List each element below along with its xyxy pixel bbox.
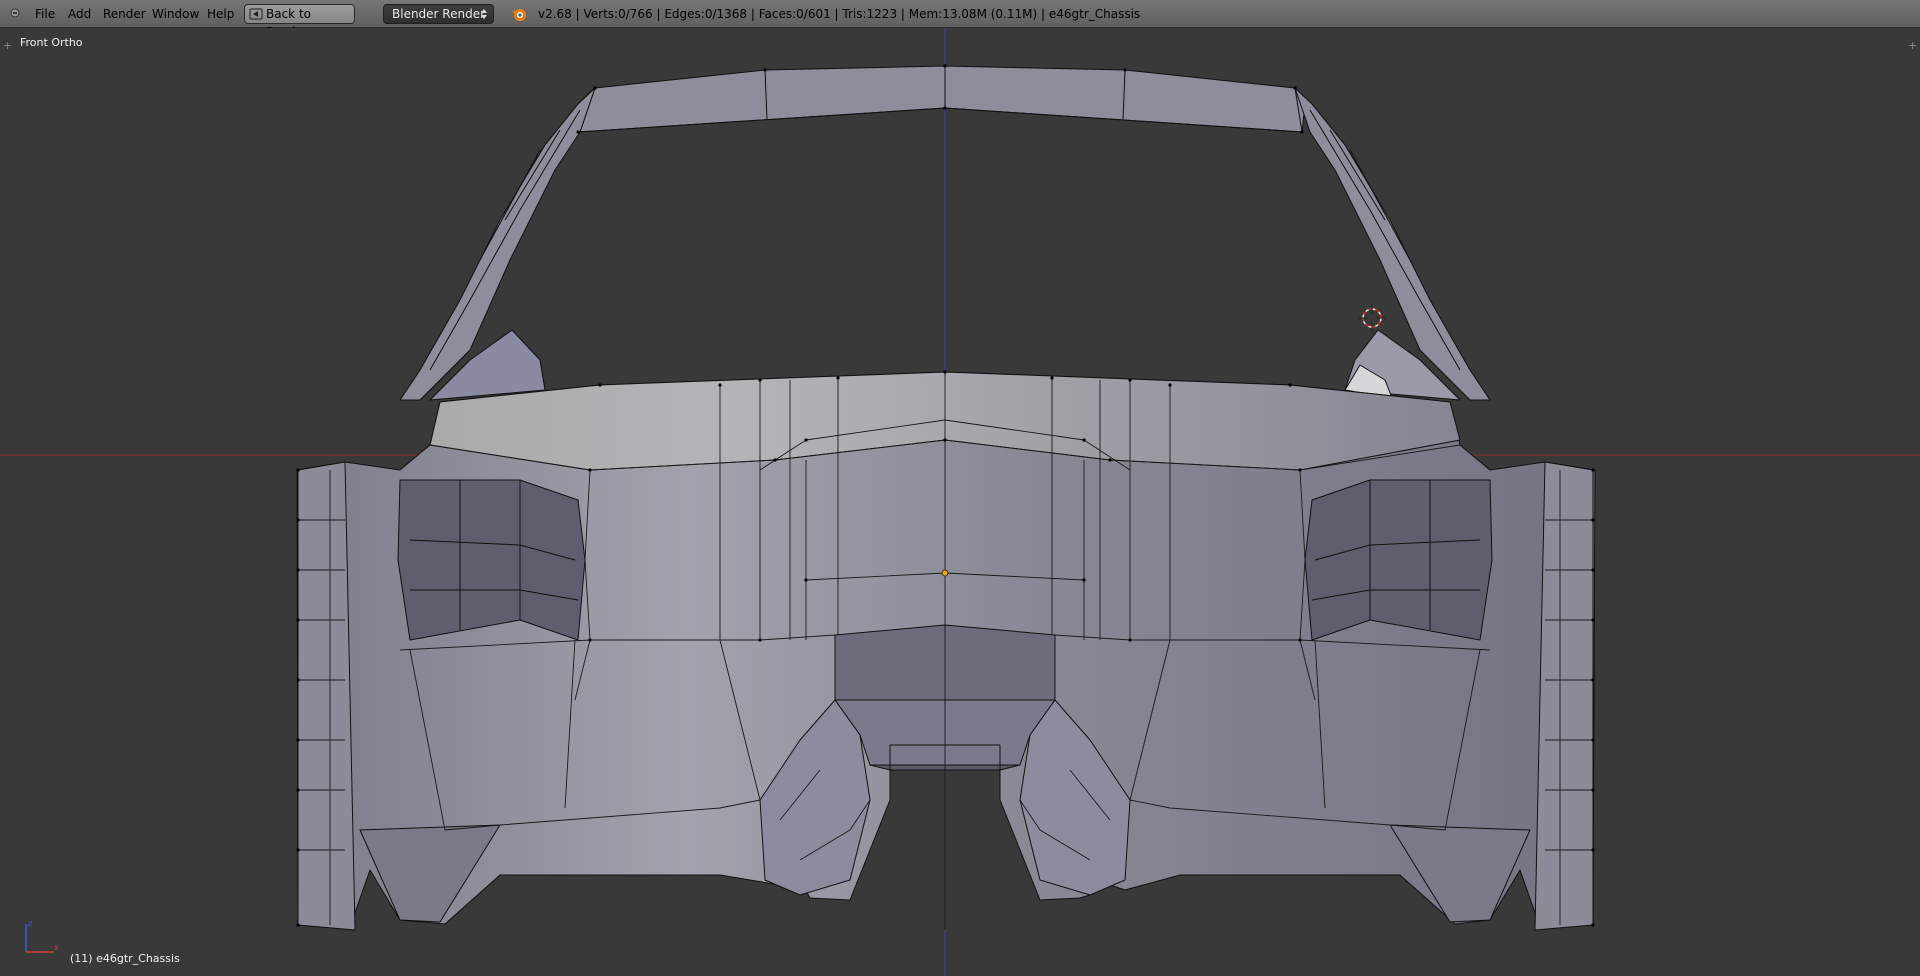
render-engine-value: Blender Render [392, 7, 486, 21]
active-object-label: (11) e46gtr_Chassis [70, 952, 180, 965]
editor-type-icon[interactable] [10, 8, 20, 18]
back-arrow-icon [249, 8, 263, 20]
scene-statistics: v2.68 | Verts:0/766 | Edges:0/1368 | Fac… [538, 7, 1141, 21]
chassis-mesh[interactable] [296, 64, 1596, 931]
menu-file[interactable]: File [35, 0, 55, 28]
dropdown-arrows-icon [481, 9, 487, 19]
menu-add[interactable]: Add [68, 0, 91, 28]
blender-logo-icon [511, 9, 526, 21]
area-split-left-icon[interactable]: + [3, 40, 12, 51]
3d-cursor-icon[interactable] [1358, 304, 1386, 332]
info-header: File Add Render Window Help Back to Prev… [0, 0, 1920, 39]
menu-render[interactable]: Render [103, 0, 146, 28]
menu-help[interactable]: Help [207, 0, 234, 28]
3d-viewport[interactable]: z x Front Ortho (11) e46gtr_Chassis + + [0, 28, 1920, 976]
menu-window[interactable]: Window [152, 0, 199, 28]
object-origin [941, 569, 949, 577]
axis-gizmo-icon: z x [25, 919, 59, 953]
svg-text:z: z [28, 919, 32, 928]
render-engine-select[interactable]: Blender Render [383, 4, 494, 24]
back-to-previous-button[interactable]: Back to Previous [244, 4, 355, 39]
area-split-right-icon[interactable]: + [1908, 40, 1917, 51]
view-name-label: Front Ortho [20, 36, 83, 49]
svg-text:x: x [54, 943, 59, 952]
viewport-scene[interactable]: z x [0, 28, 1920, 976]
